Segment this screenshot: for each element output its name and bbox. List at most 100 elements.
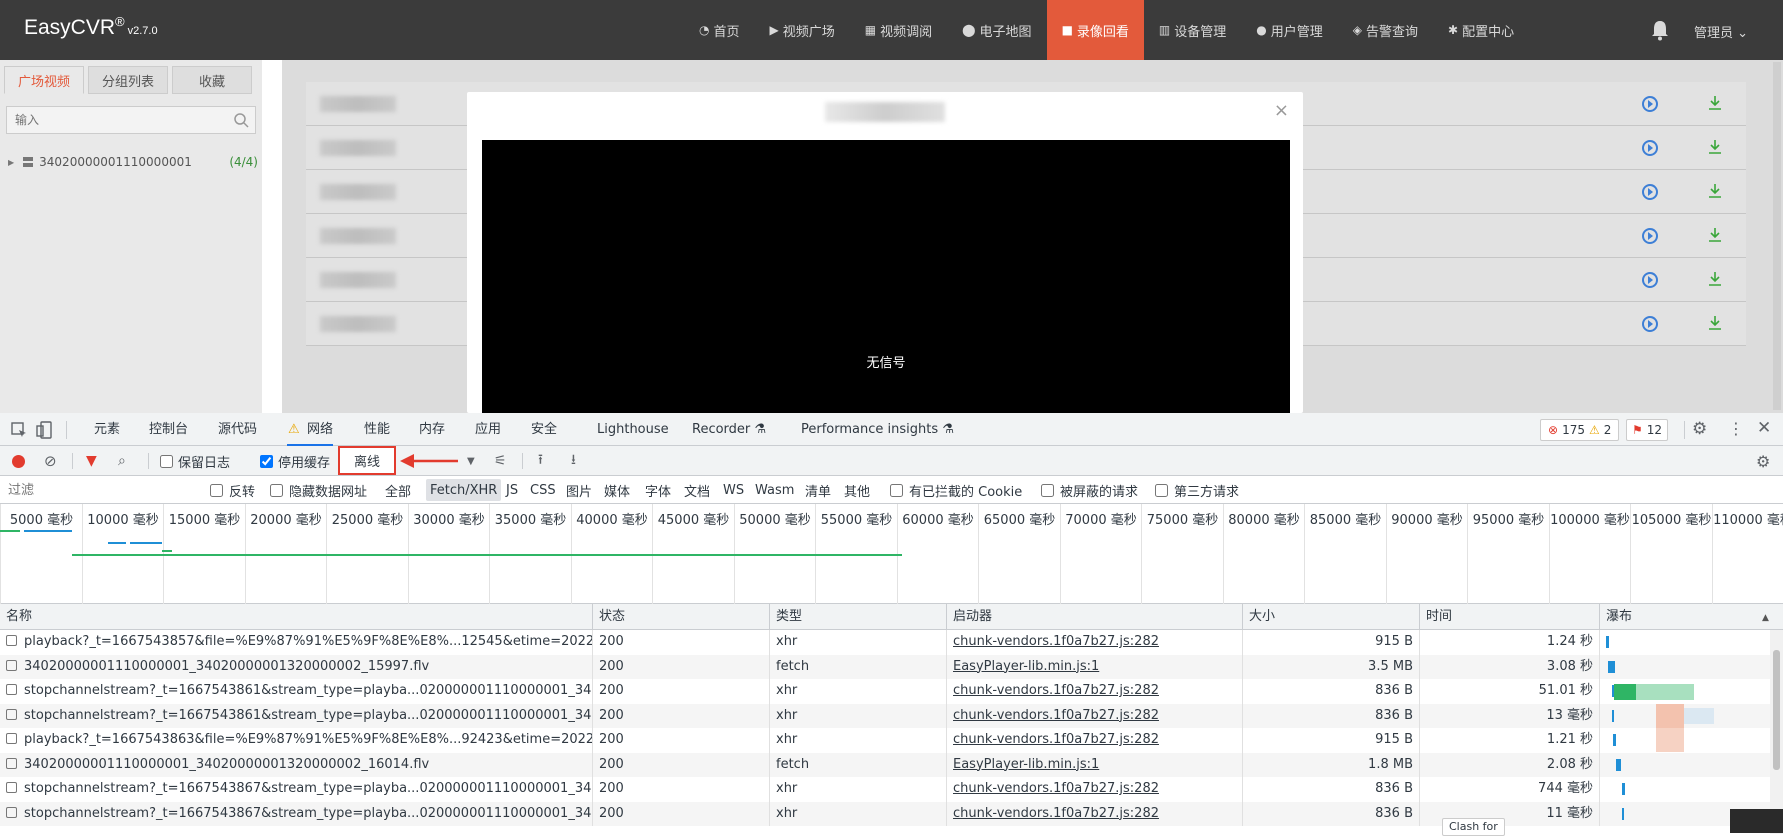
- nav-home[interactable]: ◔首页: [684, 0, 755, 60]
- play-icon[interactable]: [1642, 96, 1658, 112]
- invert-checkbox[interactable]: 反转: [210, 476, 255, 504]
- table-row[interactable]: stopchannelstream?_t=1667543861&stream_t…: [0, 679, 1783, 704]
- tree-node[interactable]: ▶ 34020000001110000001 (4/4): [8, 152, 258, 172]
- table-row[interactable]: stopchannelstream?_t=1667543867&stream_t…: [0, 802, 1783, 827]
- tab-performance[interactable]: 性能: [364, 413, 390, 446]
- search-icon[interactable]: [233, 112, 249, 128]
- table-row[interactable]: 34020000001110000001_3402000000132000000…: [0, 753, 1783, 778]
- export-har-button[interactable]: ⭳: [571, 446, 576, 476]
- table-row[interactable]: 34020000001110000001_3402000000132000000…: [0, 655, 1783, 680]
- tab-elements[interactable]: 元素: [94, 413, 120, 446]
- network-overview-timeline[interactable]: 5000 毫秒 10000 毫秒 15000 毫秒 20000 毫秒 25000…: [0, 504, 1783, 604]
- tab-performance-insights[interactable]: Performance insights ⚗: [801, 413, 954, 446]
- col-initiator[interactable]: 启动器: [947, 604, 1243, 630]
- filter-type-media[interactable]: 媒体: [604, 476, 630, 504]
- blocked-requests-checkbox[interactable]: 被屏蔽的请求: [1041, 476, 1138, 504]
- brand-logo[interactable]: EasyCVR®v2.7.0: [24, 14, 158, 40]
- filter-type-fetch-xhr[interactable]: Fetch/XHR: [426, 479, 501, 501]
- blocked-requests-input[interactable]: [1041, 484, 1054, 497]
- play-icon[interactable]: [1642, 316, 1658, 332]
- tab-square-videos[interactable]: 广场视频: [4, 66, 84, 94]
- filter-type-all[interactable]: 全部: [385, 476, 411, 504]
- download-icon[interactable]: [1706, 226, 1724, 244]
- hide-data-urls-checkbox[interactable]: 隐藏数据网址: [270, 476, 367, 504]
- tab-group-list[interactable]: 分组列表: [88, 66, 168, 94]
- search-input[interactable]: [7, 107, 217, 133]
- cell-initiator-link[interactable]: EasyPlayer-lib.min.js:1: [947, 753, 1243, 778]
- caret-right-icon[interactable]: ▶: [8, 158, 14, 167]
- play-icon[interactable]: [1642, 272, 1658, 288]
- sort-up-icon[interactable]: ▲: [1762, 613, 1769, 623]
- filter-type-img[interactable]: 图片: [566, 476, 592, 504]
- nav-alarm[interactable]: ◈告警查询: [1338, 0, 1433, 60]
- col-waterfall[interactable]: 瀑布: [1600, 604, 1783, 630]
- filter-type-other[interactable]: 其他: [844, 476, 870, 504]
- tab-recorder[interactable]: Recorder ⚗: [692, 413, 766, 446]
- table-row[interactable]: playback?_t=1667543863&file=%E9%87%91%E5…: [0, 728, 1783, 753]
- close-icon[interactable]: ×: [1274, 100, 1289, 121]
- disable-cache-checkbox[interactable]: 停用缓存: [260, 446, 330, 476]
- nav-config[interactable]: ✱配置中心: [1433, 0, 1529, 60]
- settings-icon[interactable]: ⚙: [1692, 419, 1707, 439]
- nav-video-square[interactable]: ▶视频广场: [755, 0, 850, 60]
- tab-console[interactable]: 控制台: [149, 413, 188, 446]
- blocked-cookies-checkbox[interactable]: 有已拦截的 Cookie: [890, 476, 1022, 504]
- cell-initiator-link[interactable]: chunk-vendors.1f0a7b27.js:282: [947, 728, 1243, 753]
- tab-memory[interactable]: 内存: [419, 413, 445, 446]
- issues-count[interactable]: ⚑12: [1626, 419, 1668, 441]
- cell-initiator-link[interactable]: chunk-vendors.1f0a7b27.js:282: [947, 630, 1243, 655]
- col-size[interactable]: 大小: [1243, 604, 1420, 630]
- nav-user-mgmt[interactable]: ●用户管理: [1241, 0, 1338, 60]
- play-icon[interactable]: [1642, 140, 1658, 156]
- col-name[interactable]: 名称: [0, 604, 593, 630]
- col-time[interactable]: 时间: [1420, 604, 1600, 630]
- bell-icon[interactable]: [1650, 19, 1670, 41]
- filter-input[interactable]: [4, 479, 200, 501]
- table-row[interactable]: stopchannelstream?_t=1667543861&stream_t…: [0, 704, 1783, 729]
- tab-network[interactable]: ⚠网络: [287, 413, 333, 446]
- table-row[interactable]: stopchannelstream?_t=1667543867&stream_t…: [0, 777, 1783, 802]
- filter-button[interactable]: ▼: [86, 446, 97, 476]
- tab-application[interactable]: 应用: [475, 413, 501, 446]
- table-row[interactable]: playback?_t=1667543857&file=%E9%87%91%E5…: [0, 630, 1783, 655]
- download-icon[interactable]: [1706, 270, 1724, 288]
- console-counts[interactable]: ⊗175 ⚠2: [1540, 419, 1619, 441]
- network-settings-button[interactable]: ⚙: [1756, 446, 1770, 476]
- hide-data-urls-input[interactable]: [270, 484, 283, 497]
- invert-input[interactable]: [210, 484, 223, 497]
- filter-type-doc[interactable]: 文档: [684, 476, 710, 504]
- blocked-cookies-input[interactable]: [890, 484, 903, 497]
- filter-type-wasm[interactable]: Wasm: [755, 476, 794, 504]
- download-icon[interactable]: [1706, 138, 1724, 156]
- tab-security[interactable]: 安全: [531, 413, 557, 446]
- filter-type-manifest[interactable]: 清单: [805, 476, 831, 504]
- more-options-icon[interactable]: ⋮: [1728, 419, 1744, 438]
- nav-video-view[interactable]: ▦视频调阅: [850, 0, 947, 60]
- video-player[interactable]: 无信号: [482, 140, 1290, 413]
- import-har-button[interactable]: ⭱: [538, 446, 543, 476]
- download-icon[interactable]: [1706, 182, 1724, 200]
- scrollbar-thumb[interactable]: [1773, 650, 1780, 770]
- network-conditions-button[interactable]: ⚟: [494, 446, 507, 476]
- disable-cache-input[interactable]: [260, 455, 273, 468]
- preserve-log-input[interactable]: [160, 455, 173, 468]
- user-menu[interactable]: 管理员 ⌄: [1694, 22, 1748, 41]
- cell-initiator-link[interactable]: chunk-vendors.1f0a7b27.js:282: [947, 704, 1243, 729]
- filter-type-ws[interactable]: WS: [723, 476, 744, 504]
- download-icon[interactable]: [1706, 94, 1724, 112]
- nav-device-mgmt[interactable]: ▥设备管理: [1144, 0, 1241, 60]
- cell-initiator-link[interactable]: EasyPlayer-lib.min.js:1: [947, 655, 1243, 680]
- third-party-checkbox[interactable]: 第三方请求: [1155, 476, 1239, 504]
- throttle-dropdown-caret[interactable]: ▼: [467, 446, 475, 476]
- tab-sources[interactable]: 源代码: [218, 413, 257, 446]
- tab-favorites[interactable]: 收藏: [172, 66, 252, 94]
- filter-type-css[interactable]: CSS: [530, 476, 556, 504]
- preserve-log-checkbox[interactable]: 保留日志: [160, 446, 230, 476]
- play-icon[interactable]: [1642, 228, 1658, 244]
- close-icon[interactable]: ✕: [1757, 418, 1771, 438]
- search-button[interactable]: ⌕: [118, 446, 126, 476]
- tab-lighthouse[interactable]: Lighthouse: [597, 413, 669, 446]
- play-icon[interactable]: [1642, 184, 1658, 200]
- filter-type-js[interactable]: JS: [506, 476, 518, 504]
- throttle-select[interactable]: 离线: [338, 446, 396, 475]
